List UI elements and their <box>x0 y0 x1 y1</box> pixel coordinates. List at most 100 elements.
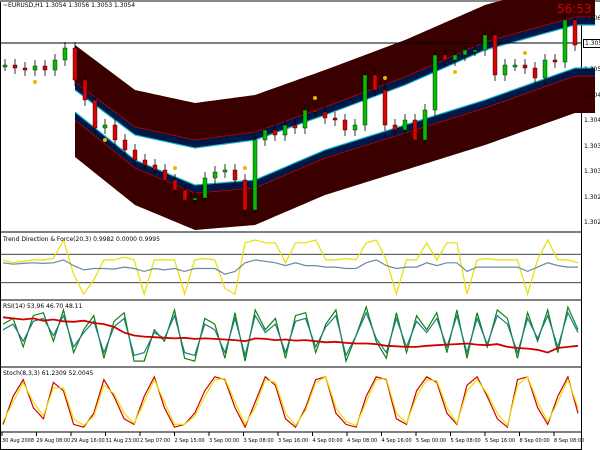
time-tick-label: 2 Sep 07:00 <box>140 438 171 444</box>
time-tick-label: 29 Aug 08:00 <box>36 438 71 444</box>
candle <box>172 179 178 191</box>
candle <box>142 159 148 166</box>
candle <box>312 109 318 113</box>
candle <box>472 49 478 53</box>
time-tick-label: 3 Sep 00:00 <box>209 438 240 444</box>
candle <box>2 64 8 68</box>
time-tick-label: 5 Sep 16:00 <box>485 438 516 444</box>
fractal-marker <box>243 166 247 170</box>
candle <box>292 124 298 129</box>
time-tick-label: 4 Sep 08:00 <box>347 438 378 444</box>
time-tick-label: 30 Aug 2008 <box>2 438 35 444</box>
candle <box>242 179 248 211</box>
candle <box>302 109 308 129</box>
candle <box>12 64 18 69</box>
candle <box>122 139 128 151</box>
price-tick-label: 1.3020 <box>584 219 600 226</box>
candle <box>482 34 488 51</box>
candle <box>152 164 158 171</box>
candle <box>502 64 508 76</box>
fractal-marker <box>33 80 37 84</box>
candle <box>92 99 98 129</box>
candle <box>232 169 238 181</box>
time-tick-label: 31 Aug 23:00 <box>105 438 140 444</box>
symbol-info: ~EURUSD,H1 1.3054 1.3056 1.3053 1.3054 <box>3 2 136 9</box>
candle <box>522 64 528 69</box>
candle <box>162 169 168 181</box>
indicator-green-line <box>2 305 579 364</box>
time-tick-label: 8 Sep 00:00 <box>519 438 550 444</box>
indicator-teal-line <box>2 311 579 358</box>
candle <box>52 59 58 71</box>
candle <box>432 54 438 111</box>
fractal-marker <box>383 76 387 80</box>
time-tick-label: 8 Sep 08:00 <box>554 438 585 444</box>
candle <box>362 74 368 126</box>
candle <box>492 34 498 76</box>
time-tick-label: 2 Sep 15:00 <box>174 438 205 444</box>
fractal-marker <box>453 70 457 74</box>
price-tick-label: 1.3025 <box>584 193 600 201</box>
price-tick-label: 1.3030 <box>584 168 600 175</box>
candle <box>82 79 88 101</box>
candle <box>512 64 518 68</box>
candle <box>572 19 578 46</box>
candle <box>282 124 288 136</box>
candle <box>42 65 48 71</box>
candle <box>412 119 418 141</box>
fractal-marker <box>173 166 177 170</box>
subwindow-2-title: RSI(14) 53.96 46.70 48.11 <box>3 303 83 310</box>
candle <box>422 109 428 141</box>
candle <box>352 124 358 131</box>
candle <box>212 171 218 179</box>
candle <box>552 59 558 63</box>
candle <box>402 119 408 131</box>
candle <box>382 89 388 126</box>
fractal-marker <box>103 138 107 142</box>
candle <box>392 124 398 131</box>
candle <box>332 117 338 121</box>
time-tick-label: 4 Sep 16:00 <box>381 438 412 444</box>
candle <box>62 47 68 61</box>
subwindow-1-title: Trend Direction & Force(20,3) 0.9982 0.0… <box>3 236 160 243</box>
time-tick-label: 5 Sep 08:00 <box>450 438 481 444</box>
candle <box>262 129 268 141</box>
candle <box>342 119 348 131</box>
time-tick-label: 3 Sep 08:00 <box>243 438 274 444</box>
candle-timer: 56:53 <box>557 2 592 16</box>
candle <box>22 67 28 71</box>
candle <box>442 54 448 61</box>
price-tick-label: 1.3065 <box>584 15 600 22</box>
candle <box>372 74 378 91</box>
candle <box>202 177 208 199</box>
candle <box>452 54 458 61</box>
fractal-marker <box>523 51 527 55</box>
candle <box>542 59 548 79</box>
price-tick-label: 1.3035 <box>584 142 600 150</box>
chart-canvas[interactable] <box>0 0 600 450</box>
time-tick-label: 29 Aug 16:00 <box>71 438 105 444</box>
candle <box>182 189 188 201</box>
candle <box>322 111 328 119</box>
time-tick-label: 5 Sep 00:00 <box>416 438 447 444</box>
indicator-slate-line <box>2 259 578 275</box>
candle <box>272 129 278 136</box>
trading-chart-window: ~EURUSD,H1 1.3054 1.3056 1.3053 1.3054 5… <box>0 0 600 450</box>
price-tick-label: 1.3040 <box>584 117 600 124</box>
candle <box>532 67 538 79</box>
subwindow-3-title: Stoch(8,3,3) 61.2309 52.0045 <box>3 370 94 377</box>
current-price-label: 1.3054 <box>583 39 600 48</box>
candle <box>32 65 38 71</box>
price-tick-label: 1.3050 <box>584 66 600 73</box>
indicator-yellow-line <box>2 375 579 427</box>
candle <box>132 149 138 161</box>
candle <box>562 19 568 63</box>
candle <box>72 47 78 81</box>
candle <box>102 124 108 129</box>
candle <box>222 169 228 173</box>
candle <box>112 124 118 141</box>
candle <box>252 139 258 211</box>
price-tick-label: 1.3045 <box>584 91 600 99</box>
candle <box>192 197 198 201</box>
time-tick-label: 4 Sep 00:00 <box>312 438 343 444</box>
